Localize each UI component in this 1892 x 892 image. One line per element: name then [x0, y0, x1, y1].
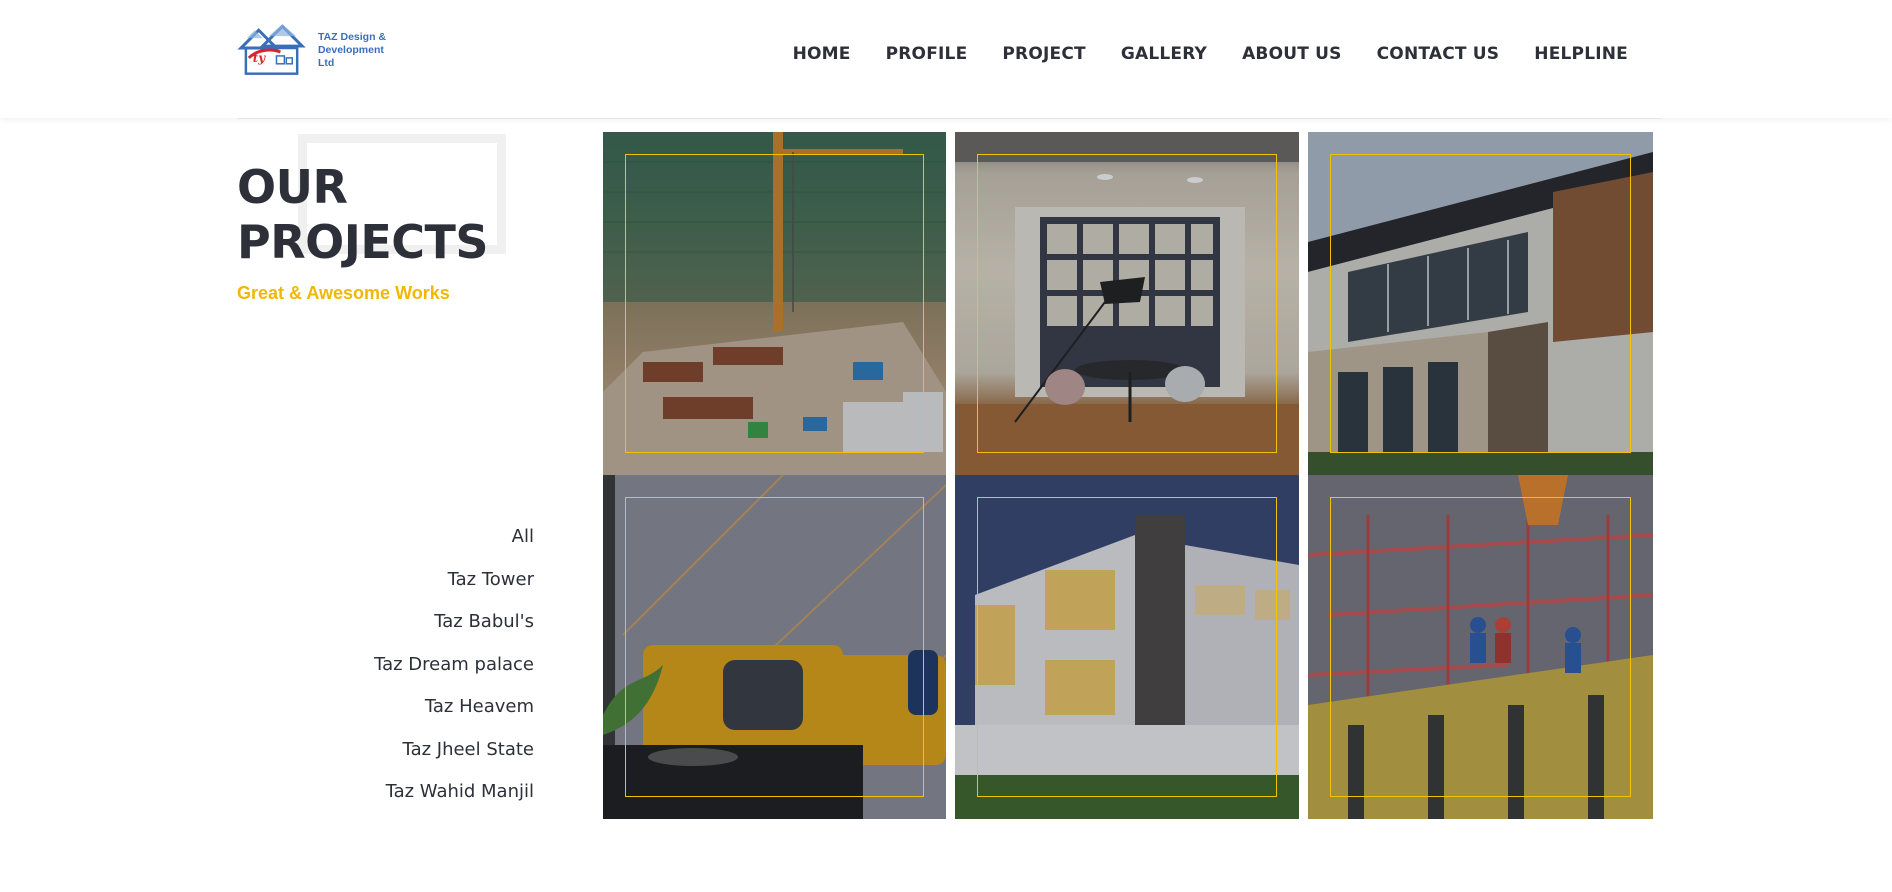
gallery-tile-yellow-chair[interactable]: [603, 475, 946, 819]
section-subtitle: Great & Awesome Works: [237, 283, 450, 303]
header-divider: [237, 118, 1662, 119]
filter-taz-dream-palace[interactable]: Taz Dream palace: [374, 652, 534, 695]
nav-gallery[interactable]: GALLERY: [1121, 44, 1207, 64]
brand-logo[interactable]: ty TAZ Design & Development Ltd: [237, 22, 402, 78]
section-title-line-1: OUR: [237, 160, 348, 214]
svg-text:ty: ty: [253, 51, 266, 65]
house-logo-icon: ty: [237, 24, 306, 75]
project-gallery: [603, 132, 1653, 819]
nav-contact-us[interactable]: CONTACT US: [1377, 44, 1500, 64]
gallery-tile-construction-workers[interactable]: [1308, 475, 1653, 819]
nav-about-us[interactable]: ABOUT US: [1242, 44, 1342, 64]
nav-project[interactable]: PROJECT: [1002, 44, 1085, 64]
section-title: OUR PROJECTS: [237, 160, 489, 270]
tile-frame: [625, 154, 924, 453]
nav-profile[interactable]: PROFILE: [886, 44, 968, 64]
gallery-tile-construction-site[interactable]: [603, 132, 946, 475]
main-nav: HOME PROFILE PROJECT GALLERY ABOUT US CO…: [793, 44, 1628, 64]
section-title-line-2: PROJECTS: [237, 215, 489, 269]
brand-line-1: TAZ Design &: [317, 30, 386, 43]
filter-taz-jheel-state[interactable]: Taz Jheel State: [374, 737, 534, 780]
tile-frame: [625, 497, 924, 797]
nav-home[interactable]: HOME: [793, 44, 851, 64]
brand-name: TAZ Design & Development Ltd: [318, 31, 402, 70]
gallery-tile-interior-room[interactable]: [955, 132, 1299, 475]
filter-taz-wahid-manjil[interactable]: Taz Wahid Manjil: [374, 779, 534, 822]
project-filter-list: All Taz Tower Taz Babul's Taz Dream pala…: [374, 524, 534, 822]
tile-frame: [977, 154, 1277, 453]
site-header: ty TAZ Design & Development Ltd HOME PRO…: [0, 0, 1892, 118]
filter-all[interactable]: All: [374, 524, 534, 567]
filter-taz-tower[interactable]: Taz Tower: [374, 567, 534, 610]
tile-frame: [977, 497, 1277, 797]
filter-taz-heavem[interactable]: Taz Heavem: [374, 694, 534, 737]
gallery-tile-modern-house[interactable]: [955, 475, 1299, 819]
tile-frame: [1330, 154, 1631, 453]
brand-line-2: Development Ltd: [317, 43, 384, 69]
gallery-tile-building-facade[interactable]: [1308, 132, 1653, 475]
filter-taz-babuls[interactable]: Taz Babul's: [374, 609, 534, 652]
nav-helpline[interactable]: HELPLINE: [1534, 44, 1628, 64]
tile-frame: [1330, 497, 1631, 797]
